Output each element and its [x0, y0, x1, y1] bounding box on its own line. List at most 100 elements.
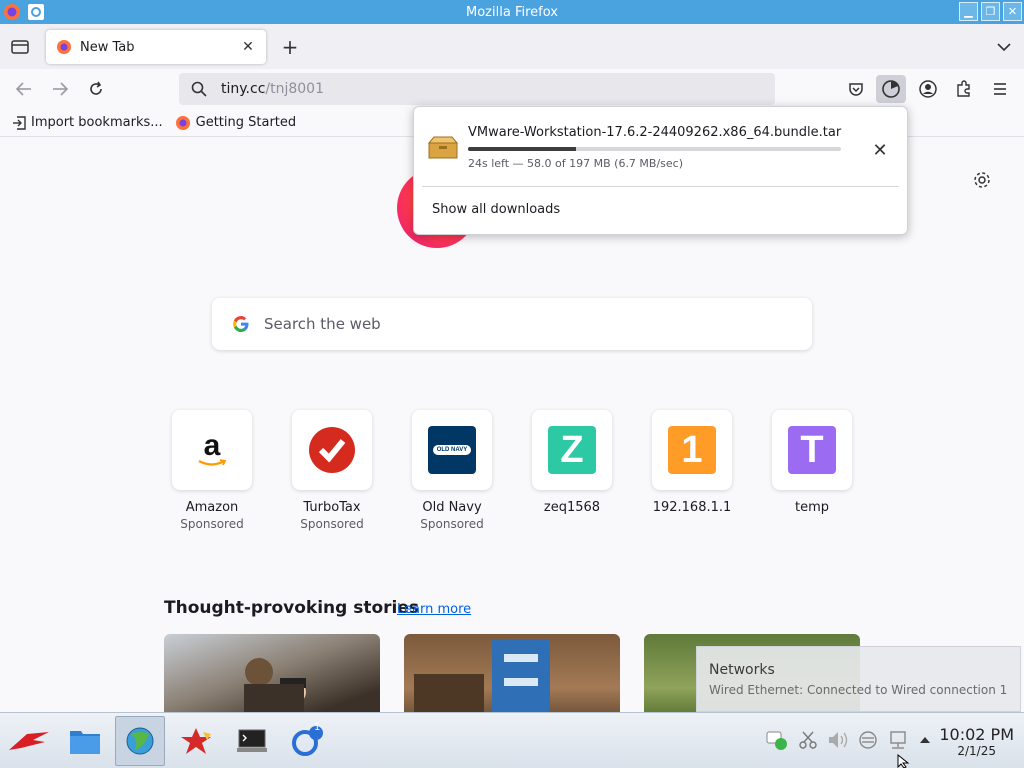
tab-strip: New Tab ✕ + [0, 24, 1024, 69]
clipboard-tray-icon[interactable] [797, 729, 819, 751]
chat-status-icon [766, 731, 787, 750]
reload-button[interactable] [84, 77, 108, 101]
amazon-logo-icon: a [188, 426, 236, 474]
personalize-button[interactable] [972, 170, 992, 190]
story-image [244, 658, 306, 712]
scissors-icon [799, 731, 817, 749]
top-site-temp[interactable]: T temp [772, 410, 852, 531]
back-arrow-icon [16, 82, 31, 96]
tray-expand-button[interactable] [914, 729, 936, 751]
show-all-downloads-button[interactable]: Show all downloads [432, 202, 560, 217]
chat-tray-icon[interactable] [766, 729, 788, 751]
update-icon [292, 726, 323, 756]
close-window-button[interactable]: ✕ [1003, 2, 1022, 21]
volume-tray-icon[interactable] [827, 729, 849, 751]
app-menu-button[interactable] [985, 75, 1015, 103]
gear-icon [974, 172, 990, 188]
letter-t-icon: T [788, 426, 836, 474]
url-bar[interactable]: tiny.cc/tnj8001 [179, 73, 775, 105]
notification-body: Wired Ethernet: Connected to Wired conne… [709, 683, 1008, 697]
launcher-icon [9, 732, 49, 750]
firefox-view-icon [11, 40, 29, 54]
extensions-button[interactable] [949, 75, 979, 103]
tab-new-tab[interactable]: New Tab ✕ [46, 30, 266, 64]
update-launcher[interactable]: 1 [283, 716, 333, 766]
top-site-old-navy[interactable]: OLD NAVY Old Navy Sponsored [412, 410, 492, 531]
speaker-icon [829, 732, 848, 748]
downloads-button[interactable] [876, 75, 906, 103]
bookmark-label: Import bookmarks... [31, 115, 163, 130]
turbotax-check-icon [309, 427, 355, 473]
firefox-favicon-icon [175, 115, 190, 130]
terminal-launcher[interactable] [227, 716, 277, 766]
tile-title: Amazon [185, 500, 239, 515]
new-tab-button[interactable]: + [278, 35, 302, 59]
close-tab-icon[interactable]: ✕ [240, 39, 256, 55]
bookmark-import[interactable]: Import bookmarks... [12, 115, 163, 130]
url-host: tiny.cc [221, 81, 266, 97]
oldnavy-logo-text: OLD NAVY [432, 445, 472, 455]
window-menu-icon[interactable] [26, 2, 46, 22]
account-icon [919, 80, 937, 98]
tab-label: New Tab [80, 39, 135, 55]
downloads-panel: VMware-Workstation-17.6.2-24409262.x86_6… [413, 106, 908, 235]
puzzle-icon [957, 80, 970, 97]
tile-sponsored-label: Sponsored [420, 517, 484, 531]
bookmark-getting-started[interactable]: Getting Started [175, 115, 297, 131]
network-notification[interactable]: Networks Wired Ethernet: Connected to Wi… [696, 646, 1021, 712]
download-filename[interactable]: VMware-Workstation-17.6.2-24409262.x86_6… [468, 125, 841, 140]
taskbar: 1 10:02 PM 2/1/25 [0, 712, 1024, 768]
tile-box: 1 [652, 410, 732, 490]
updates-tray-icon[interactable] [857, 729, 879, 751]
url-path: /tnj8001 [265, 81, 324, 97]
download-progress-bar [468, 147, 841, 151]
tile-sponsored-label: Sponsored [300, 517, 364, 531]
download-status: 24s left — 58.0 of 197 MB (6.7 MB/sec) [468, 157, 684, 170]
list-all-tabs-button[interactable] [994, 37, 1014, 57]
network-tray-icon[interactable] [887, 729, 909, 751]
tile-sponsored-label: Sponsored [180, 517, 244, 531]
search-icon [191, 81, 207, 97]
story-card[interactable] [404, 634, 620, 712]
browser-launcher[interactable] [115, 716, 165, 766]
file-manager-launcher[interactable] [60, 716, 110, 766]
tile-box: OLD NAVY [412, 410, 492, 490]
forward-button[interactable] [48, 77, 72, 101]
tile-title: zeq1568 [543, 500, 601, 515]
mouse-cursor-icon [897, 754, 910, 768]
tile-title: temp [794, 500, 829, 515]
tile-box: T [772, 410, 852, 490]
top-site-zeq1568[interactable]: Z zeq1568 [532, 410, 612, 531]
firefox-favicon-icon [57, 40, 71, 54]
chevron-up-icon [920, 737, 930, 743]
minimize-button[interactable]: ▁ [959, 2, 978, 21]
firefox-window-icon[interactable] [2, 2, 22, 22]
tile-letter: 1 [681, 428, 703, 471]
app-menu-launcher[interactable] [4, 716, 54, 766]
import-icon [13, 115, 26, 130]
bookmark-label: Getting Started [195, 115, 297, 130]
divider [422, 186, 899, 187]
tile-title: 192.168.1.1 [652, 500, 732, 515]
top-site-amazon[interactable]: a Amazon Sponsored [172, 410, 252, 531]
top-site-turbotax[interactable]: TurboTax Sponsored [292, 410, 372, 531]
pocket-button[interactable] [841, 75, 871, 103]
firefox-view-button[interactable] [6, 35, 34, 59]
maximize-button[interactable]: ❐ [981, 2, 1000, 21]
account-button[interactable] [913, 75, 943, 103]
url-text[interactable]: tiny.cc/tnj8001 [221, 81, 324, 97]
globe-icon [126, 727, 154, 755]
web-search-box[interactable]: Search the web [212, 298, 812, 350]
window-title: Mozilla Firefox [466, 4, 558, 20]
app-launcher-red[interactable] [171, 716, 221, 766]
chevron-down-icon [997, 42, 1011, 51]
back-button[interactable] [12, 77, 36, 101]
story-card[interactable] [164, 634, 380, 712]
letter-z-icon: Z [548, 426, 596, 474]
cancel-download-button[interactable]: ✕ [869, 139, 891, 161]
search-placeholder: Search the web [264, 315, 381, 333]
learn-more-link[interactable]: Learn more [397, 602, 471, 617]
top-site-192-168-1-1[interactable]: 1 192.168.1.1 [652, 410, 732, 531]
clock[interactable]: 10:02 PM 2/1/25 [939, 725, 1014, 758]
network-wired-icon [890, 731, 906, 749]
